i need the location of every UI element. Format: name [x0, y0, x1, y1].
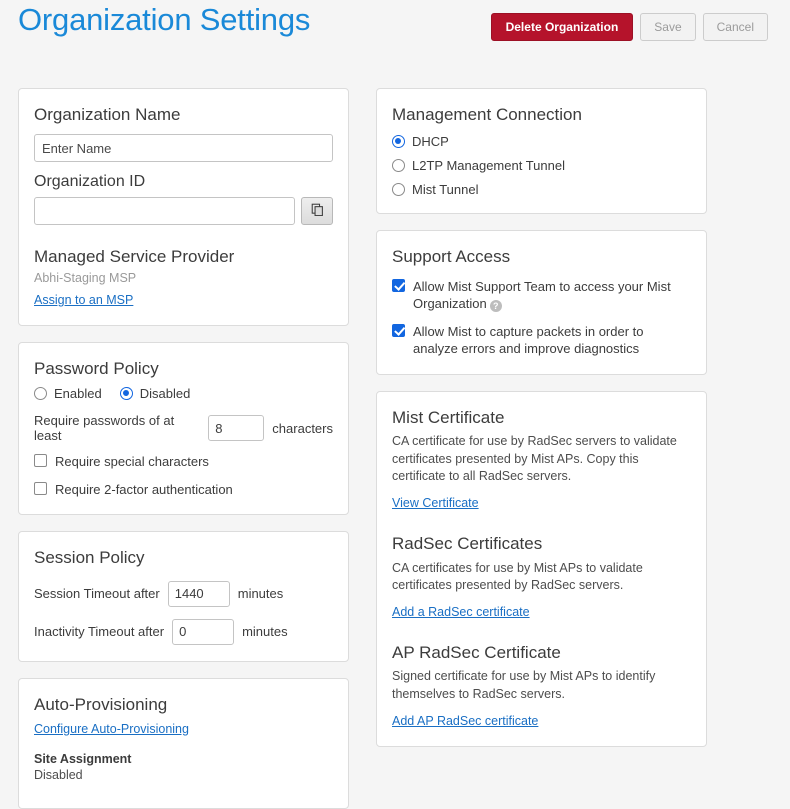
- left-column: Organization Name Organization ID Manage…: [18, 88, 349, 787]
- auto-provisioning-title: Auto-Provisioning: [34, 695, 333, 715]
- min-password-length-suffix: characters: [272, 421, 333, 436]
- session-timeout-row: Session Timeout after minutes: [34, 581, 333, 607]
- allow-support-team-row[interactable]: Allow Mist Support Team to access your M…: [392, 278, 691, 313]
- organization-name-label: Organization Name: [34, 105, 333, 125]
- support-access-title: Support Access: [392, 247, 691, 267]
- password-policy-radio-group: Enabled Disabled: [34, 386, 333, 401]
- radio-enabled-icon[interactable]: [34, 387, 47, 400]
- header-actions: Delete Organization Save Cancel: [491, 13, 768, 41]
- msp-title: Managed Service Provider: [34, 247, 333, 267]
- session-policy-card: Session Policy Session Timeout after min…: [18, 531, 349, 661]
- radsec-certificates-description: CA certificates for use by Mist APs to v…: [392, 560, 691, 595]
- management-connection-card: Management Connection DHCP L2TP Manageme…: [376, 88, 707, 214]
- certificates-card: Mist Certificate CA certificate for use …: [376, 391, 707, 747]
- ap-radsec-certificate-block: AP RadSec Certificate Signed certificate…: [392, 643, 691, 730]
- ap-radsec-certificate-description: Signed certificate for use by Mist APs t…: [392, 668, 691, 703]
- session-timeout-unit: minutes: [238, 586, 284, 601]
- min-password-length-input[interactable]: [208, 415, 264, 441]
- organization-card: Organization Name Organization ID Manage…: [18, 88, 349, 326]
- require-2fa-label: Require 2-factor authentication: [55, 481, 233, 499]
- help-icon[interactable]: ?: [490, 300, 502, 312]
- require-2fa-checkbox[interactable]: [34, 482, 47, 495]
- ap-radsec-certificate-title: AP RadSec Certificate: [392, 643, 691, 663]
- delete-organization-button[interactable]: Delete Organization: [491, 13, 634, 41]
- management-connection-option-mist-tunnel[interactable]: Mist Tunnel: [392, 182, 691, 197]
- site-assignment-value: Disabled: [34, 768, 333, 782]
- require-2fa-row[interactable]: Require 2-factor authentication: [34, 481, 333, 499]
- password-policy-card: Password Policy Enabled Disabled Require…: [18, 342, 349, 515]
- organization-id-row: [34, 197, 333, 225]
- radio-dhcp-icon[interactable]: [392, 135, 405, 148]
- session-policy-title: Session Policy: [34, 548, 333, 568]
- mist-certificate-description: CA certificate for use by RadSec servers…: [392, 433, 691, 485]
- allow-packet-capture-checkbox[interactable]: [392, 324, 405, 337]
- save-button[interactable]: Save: [640, 13, 695, 41]
- cancel-button[interactable]: Cancel: [703, 13, 768, 41]
- management-connection-option-l2tp-label: L2TP Management Tunnel: [412, 158, 565, 173]
- mist-certificate-title: Mist Certificate: [392, 408, 691, 428]
- inactivity-timeout-input[interactable]: [172, 619, 234, 645]
- password-policy-option-enabled-label: Enabled: [54, 386, 102, 401]
- organization-id-label: Organization ID: [34, 172, 333, 191]
- site-assignment-label: Site Assignment: [34, 752, 333, 766]
- organization-id-input[interactable]: [34, 197, 295, 225]
- password-policy-option-disabled-label: Disabled: [140, 386, 191, 401]
- auto-provisioning-card: Auto-Provisioning Configure Auto-Provisi…: [18, 678, 349, 809]
- allow-support-team-label: Allow Mist Support Team to access your M…: [413, 279, 671, 312]
- settings-columns: Organization Name Organization ID Manage…: [0, 88, 790, 787]
- allow-packet-capture-label: Allow Mist to capture packets in order t…: [413, 323, 691, 358]
- inactivity-timeout-unit: minutes: [242, 624, 288, 639]
- management-connection-option-dhcp[interactable]: DHCP: [392, 134, 691, 149]
- min-password-length-row: Require passwords of at least characters: [34, 413, 333, 443]
- copy-icon: [311, 203, 324, 219]
- min-password-length-prefix: Require passwords of at least: [34, 413, 200, 443]
- inactivity-timeout-label: Inactivity Timeout after: [34, 624, 164, 639]
- management-connection-title: Management Connection: [392, 105, 691, 125]
- msp-name: Abhi-Staging MSP: [34, 271, 333, 285]
- assign-to-msp-link[interactable]: Assign to an MSP: [34, 293, 133, 307]
- session-timeout-label: Session Timeout after: [34, 586, 160, 601]
- support-access-card: Support Access Allow Mist Support Team t…: [376, 230, 707, 375]
- allow-support-team-checkbox[interactable]: [392, 279, 405, 292]
- session-timeout-input[interactable]: [168, 581, 230, 607]
- password-policy-option-disabled[interactable]: Disabled: [120, 386, 191, 401]
- radio-mist-tunnel-icon[interactable]: [392, 183, 405, 196]
- right-column: Management Connection DHCP L2TP Manageme…: [376, 88, 707, 787]
- password-policy-title: Password Policy: [34, 359, 333, 379]
- add-radsec-certificate-link[interactable]: Add a RadSec certificate: [392, 605, 530, 619]
- radsec-certificates-title: RadSec Certificates: [392, 534, 691, 554]
- management-connection-option-dhcp-label: DHCP: [412, 134, 449, 149]
- add-ap-radsec-certificate-link[interactable]: Add AP RadSec certificate: [392, 714, 538, 728]
- managed-service-provider-section: Managed Service Provider Abhi-Staging MS…: [34, 247, 333, 309]
- require-special-characters-checkbox[interactable]: [34, 454, 47, 467]
- allow-packet-capture-row[interactable]: Allow Mist to capture packets in order t…: [392, 323, 691, 358]
- organization-name-input[interactable]: [34, 134, 333, 162]
- password-policy-option-enabled[interactable]: Enabled: [34, 386, 102, 401]
- inactivity-timeout-row: Inactivity Timeout after minutes: [34, 619, 333, 645]
- radio-l2tp-icon[interactable]: [392, 159, 405, 172]
- management-connection-option-mist-tunnel-label: Mist Tunnel: [412, 182, 478, 197]
- page-header: Organization Settings Delete Organizatio…: [0, 0, 790, 62]
- management-connection-option-l2tp[interactable]: L2TP Management Tunnel: [392, 158, 691, 173]
- radio-disabled-icon[interactable]: [120, 387, 133, 400]
- mist-certificate-block: Mist Certificate CA certificate for use …: [392, 408, 691, 512]
- require-special-characters-row[interactable]: Require special characters: [34, 453, 333, 471]
- configure-auto-provisioning-link[interactable]: Configure Auto-Provisioning: [34, 722, 189, 736]
- copy-organization-id-button[interactable]: [301, 197, 333, 225]
- page-title: Organization Settings: [18, 2, 310, 38]
- radsec-certificates-block: RadSec Certificates CA certificates for …: [392, 534, 691, 621]
- view-certificate-link[interactable]: View Certificate: [392, 496, 479, 510]
- require-special-characters-label: Require special characters: [55, 453, 209, 471]
